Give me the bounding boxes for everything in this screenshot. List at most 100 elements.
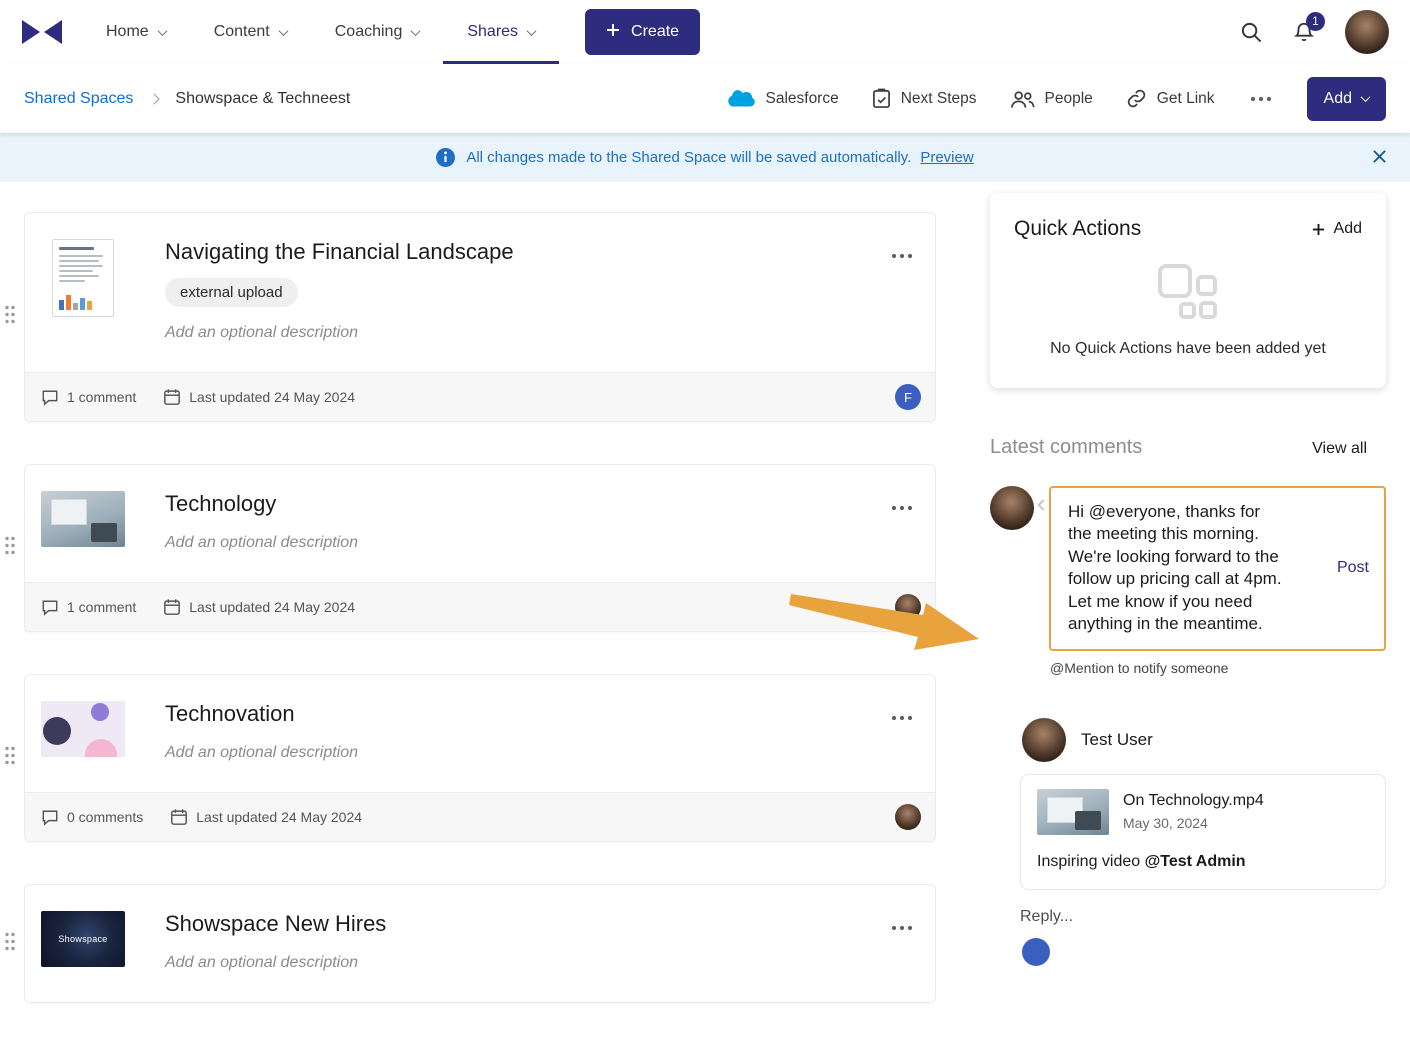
preview-link[interactable]: Preview bbox=[920, 149, 973, 166]
action-label: People bbox=[1045, 90, 1093, 108]
drag-handle-icon[interactable] bbox=[4, 746, 16, 771]
content-card-row: Technology Add an optional description 1… bbox=[24, 464, 936, 632]
search-icon[interactable] bbox=[1240, 21, 1263, 44]
quick-actions-title: Quick Actions bbox=[1014, 217, 1141, 241]
card-tag: external upload bbox=[165, 278, 298, 307]
action-label: Salesforce bbox=[765, 90, 838, 108]
drag-handle-icon[interactable] bbox=[4, 931, 16, 956]
more-menu-icon[interactable] bbox=[889, 911, 915, 942]
calendar-icon bbox=[163, 388, 181, 406]
nav-item-coaching[interactable]: Coaching bbox=[311, 0, 444, 64]
avatar bbox=[990, 486, 1034, 530]
presentation-thumbnail bbox=[41, 701, 125, 757]
more-menu-icon[interactable] bbox=[889, 491, 915, 522]
card-description-placeholder[interactable]: Add an optional description bbox=[165, 744, 889, 762]
create-button[interactable]: Create bbox=[585, 9, 700, 55]
notification-count-badge: 1 bbox=[1306, 12, 1325, 31]
comment-card[interactable]: On Technology.mp4 May 30, 2024 Inspiring… bbox=[1020, 774, 1386, 890]
side-panel: Quick Actions Add No Quick Actions have … bbox=[990, 193, 1386, 966]
asset-date: May 30, 2024 bbox=[1123, 815, 1264, 831]
nav-item-shares[interactable]: Shares bbox=[443, 0, 559, 64]
more-menu-icon[interactable] bbox=[889, 239, 915, 270]
card-title[interactable]: Showspace New Hires bbox=[165, 911, 889, 937]
avatar: F bbox=[895, 384, 921, 410]
people-button[interactable]: People bbox=[1010, 89, 1093, 109]
comment-composer: Hi @everyone, thanks for the meeting thi… bbox=[990, 486, 1386, 651]
card-thumbnail[interactable] bbox=[41, 701, 125, 762]
content-card: Showspace Showspace New Hires Add an opt… bbox=[24, 884, 936, 1003]
comment-thread: Test User On Technology.mp4 May 30, 2024… bbox=[990, 718, 1386, 966]
add-label: Add bbox=[1324, 90, 1352, 108]
add-button[interactable]: Add bbox=[1307, 77, 1386, 121]
card-description-placeholder[interactable]: Add an optional description bbox=[165, 534, 889, 552]
nav-item-content[interactable]: Content bbox=[190, 0, 311, 64]
breadcrumb-shared-spaces[interactable]: Shared Spaces bbox=[24, 90, 133, 108]
avatar bbox=[1022, 938, 1050, 966]
card-description-placeholder[interactable]: Add an optional description bbox=[165, 324, 889, 342]
card-footer: 0 comments Last updated 24 May 2024 bbox=[25, 792, 935, 841]
quick-actions-panel: Quick Actions Add No Quick Actions have … bbox=[990, 193, 1386, 388]
get-link-button[interactable]: Get Link bbox=[1126, 88, 1215, 109]
content-card-row: Technovation Add an optional description… bbox=[24, 674, 936, 842]
comment-count[interactable]: 1 comment bbox=[67, 599, 136, 615]
last-updated-label: Last updated 24 May 2024 bbox=[189, 389, 355, 405]
content-card-row: Navigating the Financial Landscape exter… bbox=[24, 212, 936, 422]
avatar bbox=[895, 594, 921, 620]
comment-icon bbox=[41, 599, 59, 616]
nav-label: Coaching bbox=[335, 23, 403, 41]
add-quick-action-button[interactable]: Add bbox=[1312, 220, 1362, 238]
quick-actions-empty-icon bbox=[1157, 308, 1219, 325]
add-label: Add bbox=[1334, 220, 1362, 238]
nav-item-home[interactable]: Home bbox=[82, 0, 190, 64]
comment-draft-text[interactable]: Hi @everyone, thanks for the meeting thi… bbox=[1051, 488, 1287, 649]
card-footer: 1 comment Last updated 24 May 2024 bbox=[25, 582, 935, 631]
more-actions-icon[interactable] bbox=[1248, 90, 1274, 108]
video-thumbnail bbox=[41, 491, 125, 547]
mention: @Test Admin bbox=[1145, 853, 1246, 870]
card-title[interactable]: Technovation bbox=[165, 701, 889, 727]
plus-icon bbox=[606, 23, 620, 42]
chevron-down-icon bbox=[157, 26, 167, 36]
drag-handle-icon[interactable] bbox=[4, 305, 16, 330]
drag-handle-icon[interactable] bbox=[4, 536, 16, 561]
avatar bbox=[895, 804, 921, 830]
next-steps-button[interactable]: Next Steps bbox=[872, 88, 977, 109]
asset-title: On Technology.mp4 bbox=[1123, 792, 1264, 810]
showpad-logo-icon[interactable] bbox=[20, 19, 68, 45]
last-updated-label: Last updated 24 May 2024 bbox=[196, 809, 362, 825]
link-icon bbox=[1126, 88, 1147, 109]
card-title[interactable]: Technology bbox=[165, 491, 889, 517]
notifications-bell-icon[interactable]: 1 bbox=[1293, 20, 1315, 44]
people-icon bbox=[1010, 89, 1035, 109]
comment-count[interactable]: 1 comment bbox=[67, 389, 136, 405]
card-title[interactable]: Navigating the Financial Landscape bbox=[165, 239, 889, 265]
card-description-placeholder[interactable]: Add an optional description bbox=[165, 954, 889, 972]
content-card: Technovation Add an optional description… bbox=[24, 674, 936, 842]
action-label: Get Link bbox=[1157, 90, 1215, 108]
clipboard-icon bbox=[872, 88, 891, 109]
comment-count[interactable]: 0 comments bbox=[67, 809, 143, 825]
user-avatar[interactable] bbox=[1345, 10, 1389, 54]
banner-text: All changes made to the Shared Space wil… bbox=[466, 149, 911, 166]
comment-author: Test User bbox=[1081, 730, 1153, 750]
card-thumbnail[interactable] bbox=[41, 239, 125, 342]
post-button[interactable]: Post bbox=[1322, 559, 1384, 577]
comment-icon bbox=[41, 389, 59, 406]
mention-hint: @Mention to notify someone bbox=[1050, 660, 1386, 676]
content-card: Navigating the Financial Landscape exter… bbox=[24, 212, 936, 422]
close-icon[interactable] bbox=[1372, 149, 1387, 164]
more-menu-icon[interactable] bbox=[889, 701, 915, 732]
chevron-down-icon bbox=[411, 26, 421, 36]
card-thumbnail[interactable] bbox=[41, 491, 125, 552]
salesforce-button[interactable]: Salesforce bbox=[725, 88, 838, 109]
breadcrumb-current-space: Showspace & Techneest bbox=[175, 90, 350, 108]
card-footer: 1 comment Last updated 24 May 2024 F bbox=[25, 372, 935, 421]
plus-icon bbox=[1312, 223, 1325, 236]
comment-icon bbox=[41, 809, 59, 826]
view-all-link[interactable]: View all bbox=[1312, 440, 1367, 458]
reply-input[interactable]: Reply... bbox=[1020, 908, 1386, 926]
card-thumbnail[interactable]: Showspace bbox=[41, 911, 125, 972]
comment-input[interactable]: Hi @everyone, thanks for the meeting thi… bbox=[1049, 486, 1386, 651]
chevron-down-icon bbox=[1361, 92, 1371, 102]
content-list: Navigating the Financial Landscape exter… bbox=[24, 212, 936, 1045]
